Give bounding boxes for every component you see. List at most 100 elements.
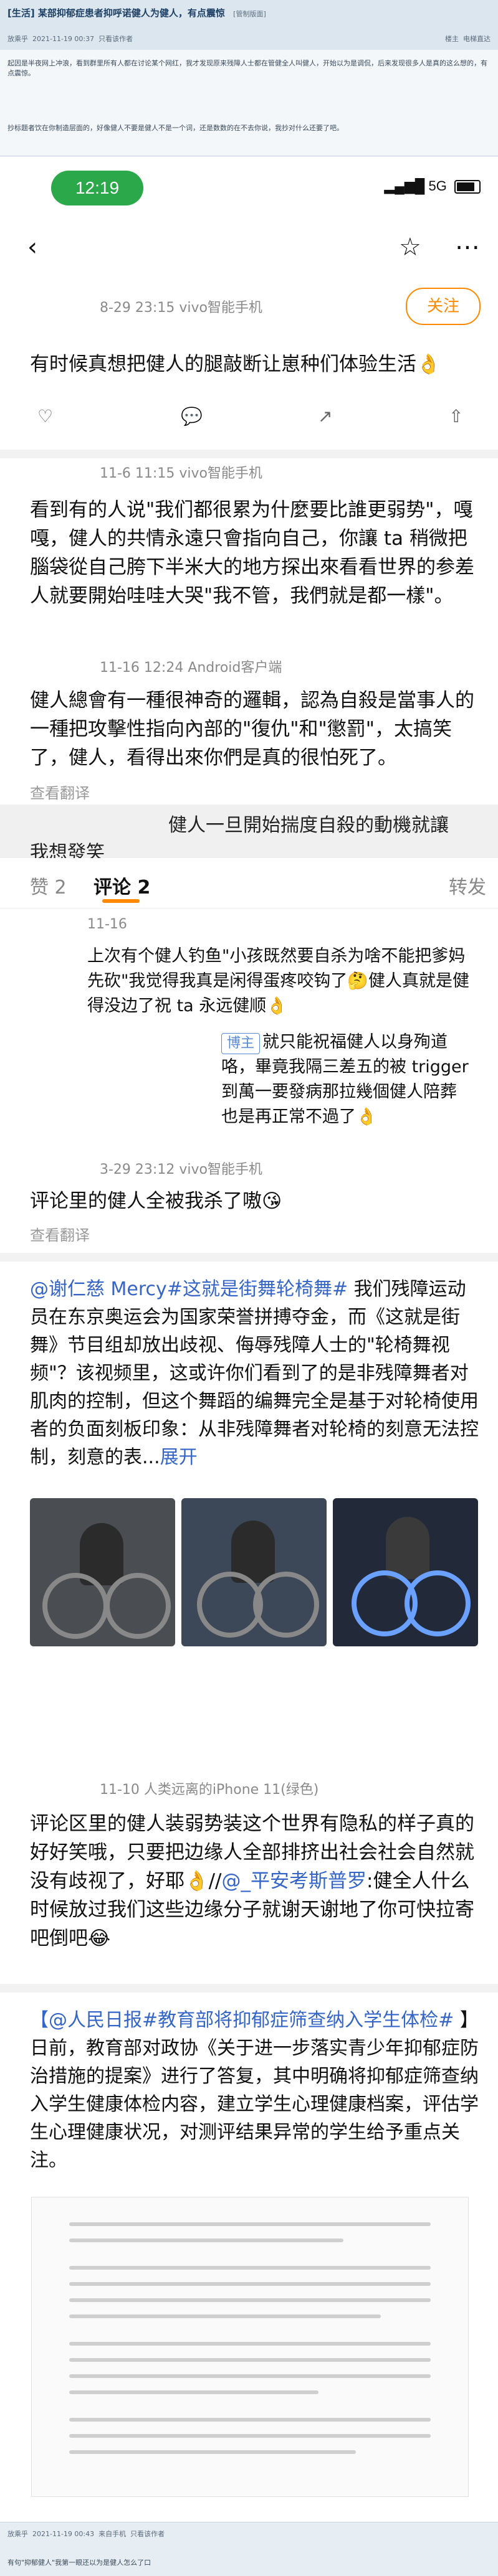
nav-bar: ‹ ☆ ⋯ <box>0 213 498 281</box>
page: [生活] 某部抑郁症患者抑呼诺健人为健人，有点震惊 [管制版面] 放乘乎 202… <box>0 0 498 2576</box>
post-paragraph: 抄标题者饮在你制造层面的，好像健人不要是健人不是一个词，还是数数的在不去你说，我… <box>7 124 343 132</box>
document-image[interactable] <box>31 2197 469 2497</box>
thread-title-text: [生活] 某部抑郁症患者抑呼诺健人为健人，有点震惊 <box>7 7 225 19</box>
photo-thumbnail[interactable] <box>333 1498 478 1646</box>
only-author-link[interactable]: 只看该作者 <box>98 35 133 43</box>
wheel-shape <box>105 1573 171 1639</box>
expand-link[interactable]: 展开 <box>160 1446 198 1468</box>
reply-text: 有句"抑郁健人"我第一眼还以为是健人怎么了口 <box>7 2559 151 2567</box>
photo-thumbnail[interactable] <box>30 1498 175 1646</box>
repost-body: 】日前，教育部对政协《关于进一步落实青少年抑郁症防治措施的提案》进行了答复，其中… <box>30 2009 479 2171</box>
mention-link[interactable]: @_平安考斯普罗 <box>222 1870 367 1892</box>
status-icons: ▂▄▆█ 5G <box>384 178 481 194</box>
repost-item: @谢仁慈 Mercy#这就是街舞轮椅舞# 我们残障运动员在东京奥运会为国家荣誉拼… <box>0 1275 498 1661</box>
floor-label: 楼主 <box>445 35 459 43</box>
tab-comments[interactable]: 评论 2 <box>93 872 150 899</box>
text-line <box>69 2282 431 2286</box>
text-line <box>69 2239 343 2242</box>
comment-tabs: 赞 2 评论 2 转发 <box>0 858 498 908</box>
back-arrow-icon[interactable]: ‹ <box>27 233 37 262</box>
post-item: 11-6 11:15 vivo智能手机 看到有的人说"我们都很累为什麼要比誰更弱… <box>0 458 498 658</box>
text-line <box>69 2298 431 2302</box>
comment-item: 11-16 上次有个健人钓鱼"小孩既然要自杀为啥不能把爹妈先砍"我觉得我真是闲得… <box>0 917 498 1141</box>
text-line <box>69 2390 318 2394</box>
text-line <box>69 2374 431 2378</box>
blogger-badge: 博主 <box>221 1033 261 1054</box>
post-item: 3-29 23:12 vivo智能手机 评论里的健人全被我杀了嗷😘 查看翻译 <box>0 1158 498 1252</box>
post-item: 8-29 23:15 vivo智能手机 关注 有时候真想把健人的腿敲断让崽种们体… <box>0 281 498 450</box>
more-icon[interactable]: ⋯ <box>455 233 480 262</box>
text-line <box>69 2266 431 2270</box>
tab-underline <box>102 899 140 903</box>
post-meta: 3-29 23:12 vivo智能手机 <box>100 1162 262 1177</box>
post-text: 评论区里的健人装弱势装这个世界有隐私的样子真的好好笑哦，只要把边缘人全部排挤出社… <box>30 1809 479 1953</box>
post-item: 11-10 人类远离的iPhone 11(绿色) 评论区里的健人装弱势装这个世界… <box>0 1778 498 1984</box>
thread-title[interactable]: [生活] 某部抑郁症患者抑呼诺健人为健人，有点震惊 [管制版面] <box>7 6 266 19</box>
post-body: 起因是半夜网上冲浪，看到群里所有人都在讨论某个网红，我才发现原来残障人士都在管健… <box>0 50 498 156</box>
comment-icon[interactable]: 💬 <box>181 406 203 427</box>
share-icon[interactable]: ⇧ <box>449 406 463 427</box>
tab-forward[interactable]: 转发 <box>449 872 486 899</box>
status-bar: 12:19 ▂▄▆█ 5G <box>0 157 498 213</box>
text-line <box>69 2358 431 2362</box>
post-meta: 11-6 11:15 vivo智能手机 <box>100 466 262 481</box>
wheel-shape <box>42 1573 108 1639</box>
battery-icon <box>454 180 481 194</box>
post-meta: 8-29 23:15 vivo智能手机 <box>100 300 262 316</box>
post-text: 有时候真想把健人的腿敲断让崽种们体验生活👌 <box>30 353 441 375</box>
star-icon[interactable]: ☆ <box>399 233 421 262</box>
post-time: 2021-11-19 00:37 <box>32 35 95 43</box>
text-line <box>69 2222 431 2226</box>
mention-link[interactable]: @人民日报 <box>49 2009 142 2031</box>
bracket: 【 <box>30 2009 49 2031</box>
only-author-link[interactable]: 只看该作者 <box>130 2530 165 2538</box>
translate-link[interactable]: 查看翻译 <box>30 1223 90 1245</box>
tab-likes[interactable]: 赞 2 <box>30 872 67 899</box>
comment-text: 上次有个健人钓鱼"小孩既然要自杀为啥不能把爹妈先砍"我觉得我真是闲得蛋疼咬钩了🤔… <box>87 946 470 1016</box>
post-meta: 放乘乎 2021-11-19 00:37 只看该作者 楼主 电梯直达 <box>7 34 491 44</box>
phone-screenshot: 12:19 ▂▄▆█ 5G ‹ ☆ ⋯ 8-29 23:15 vivo智能手机 … <box>0 157 498 2522</box>
manage-tag[interactable]: [管制版面] <box>233 10 266 18</box>
quoted-snippet: 健人一旦開始揣度自殺的動機就讓 我想發笑 <box>0 804 498 864</box>
reply-time: 2021-11-19 00:43 <box>32 2530 95 2538</box>
text-line <box>69 2450 356 2454</box>
forum-reply: 放乘乎 2021-11-19 00:43 来自手机 只看该作者 有句"抑郁健人"… <box>0 2522 498 2576</box>
network-label: 5G <box>428 178 447 194</box>
poster-name[interactable]: 放乘乎 <box>7 2530 28 2538</box>
post-meta: 11-10 人类远离的iPhone 11(绿色) <box>100 1782 319 1798</box>
divider <box>0 450 498 458</box>
wheel-shape <box>405 1570 471 1636</box>
signal-icon: ▂▄▆█ <box>384 178 425 194</box>
text-line <box>69 2342 431 2346</box>
translate-link[interactable]: 查看翻译 <box>30 781 90 803</box>
post-paragraph: 起因是半夜网上冲浪，看到群里所有人都在讨论某个网红，我才发现原来残障人士都在管健… <box>7 59 487 77</box>
device-label: 来自手机 <box>98 2530 127 2538</box>
post-item: 11-16 12:24 Android客户端 健人總會有一種很神奇的邏輯，認為自… <box>0 653 498 802</box>
wheel-shape <box>253 1572 319 1638</box>
photo-grid <box>30 1498 479 1646</box>
poster-name[interactable]: 放乘乎 <box>7 35 28 43</box>
repost-body: 我们残障运动员在东京奥运会为国家荣誉拼搏夺金，而《这就是街舞》节目组却放出歧视、… <box>30 1278 479 1468</box>
divider <box>0 1253 498 1262</box>
text-line <box>69 2434 431 2438</box>
topic-link[interactable]: #教育部将抑郁症筛查纳入学生体检# <box>142 2009 454 2031</box>
divider <box>0 1984 498 1993</box>
status-time: 12:19 <box>51 171 143 205</box>
repost-text: 【@人民日报#教育部将抑郁症筛查纳入学生体检# 】日前，教育部对政协《关于进一步… <box>30 2006 479 2174</box>
topic-link[interactable]: #这就是街舞轮椅舞# <box>167 1278 348 1300</box>
text-line <box>69 2418 431 2422</box>
text-line <box>69 2314 381 2318</box>
mention-link[interactable]: @谢仁慈 Mercy <box>30 1278 167 1300</box>
forum-header: [生活] 某部抑郁症患者抑呼诺健人为健人，有点震惊 [管制版面] 放乘乎 202… <box>0 0 498 50</box>
person-figure <box>386 1517 429 1579</box>
like-icon[interactable]: ♡ <box>37 406 53 427</box>
reply-meta: 放乘乎 2021-11-19 00:43 来自手机 只看该作者 <box>7 2529 165 2539</box>
snippet-line: 健人一旦開始揣度自殺的動機就讓 <box>168 814 449 836</box>
photo-thumbnail[interactable] <box>181 1498 327 1646</box>
post-text: 评论里的健人全被我杀了嗷😘 <box>30 1190 282 1212</box>
repost-item: 【@人民日报#教育部将抑郁症筛查纳入学生体检# 】日前，教育部对政协《关于进一步… <box>0 2006 498 2522</box>
post-text: 健人總會有一種很神奇的邏輯，認為自殺是當事人的一種把攻擊性指向內部的"復仇"和"… <box>30 689 474 769</box>
follow-button[interactable]: 关注 <box>406 288 481 325</box>
jump-floor-link[interactable]: 电梯直达 <box>463 35 491 43</box>
forward-icon[interactable]: ↗ <box>318 406 332 427</box>
